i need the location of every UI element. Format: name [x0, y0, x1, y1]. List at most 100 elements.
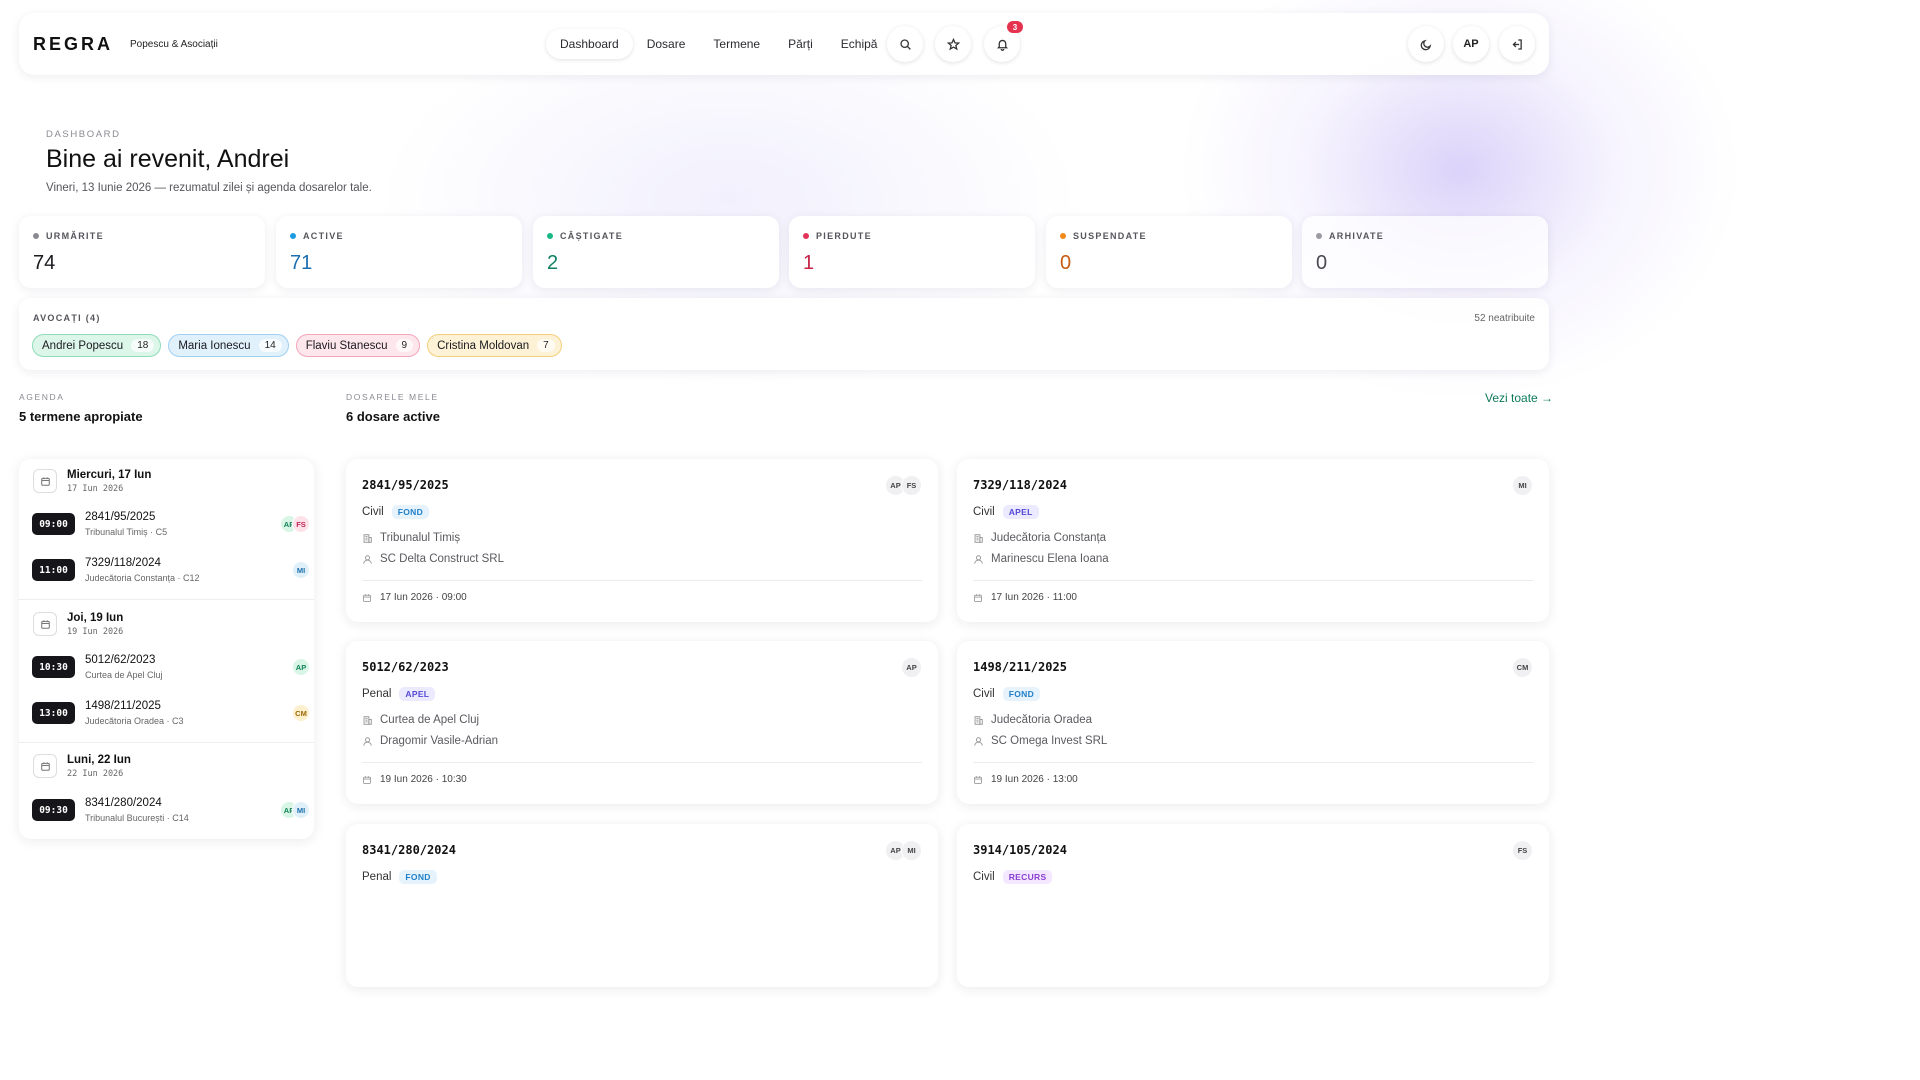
- case-card[interactable]: 8341/280/2024 AP MI Penal FOND: [346, 824, 938, 987]
- case-datetime: 17 Iun 2026 · 09:00: [380, 592, 467, 603]
- case-party: SC Omega Invest SRL: [973, 735, 1107, 747]
- case-type: Civil RECURS: [973, 870, 1053, 884]
- agenda-day-date: 22 Iun 2026: [67, 769, 124, 779]
- case-type-label: Civil: [973, 688, 995, 700]
- case-datetime: 17 Iun 2026 · 11:00: [991, 592, 1077, 603]
- case-party-text: SC Omega Invest SRL: [991, 735, 1108, 747]
- agenda-court: Tribunalul București · C14: [85, 813, 189, 823]
- search-button[interactable]: [887, 26, 923, 62]
- case-card[interactable]: 7329/118/2024 MI Civil APEL Judecătoria Cons…: [957, 459, 1549, 622]
- nav-parti[interactable]: Părți: [774, 29, 827, 59]
- lawyer-case-count: 18: [131, 339, 155, 352]
- calendar-icon: [33, 754, 57, 778]
- case-next-hearing: 17 Iun 2026 · 09:00: [362, 592, 467, 603]
- lawyers-title: AVOCAȚI (4): [33, 313, 101, 323]
- logout-button[interactable]: [1499, 26, 1535, 62]
- case-card[interactable]: 2841/95/2025 AP FS Civil FOND Tribunalul Timi…: [346, 459, 938, 622]
- case-court: Tribunalul Timiș: [362, 532, 460, 544]
- agenda-item[interactable]: 09:00 2841/95/2025 Tribunalul Timiș · C5 AP…: [32, 509, 310, 539]
- lawyer-case-count: 14: [258, 339, 282, 352]
- nav-termene[interactable]: Termene: [699, 29, 774, 59]
- stat-card[interactable]: URMĂRITE 74: [19, 216, 265, 288]
- case-card[interactable]: 5012/62/2023 AP Penal APEL Curtea de Apel Cl…: [346, 641, 938, 804]
- bell-icon: [996, 39, 1008, 51]
- case-type-label: Civil: [362, 506, 384, 518]
- agenda-day-date: 17 Iun 2026: [67, 484, 124, 494]
- building-icon: [973, 533, 991, 544]
- case-next-hearing: 17 Iun 2026 · 11:00: [973, 592, 1077, 603]
- theme-toggle-button[interactable]: [1408, 26, 1444, 62]
- lawyer-chip[interactable]: Maria Ionescu 14: [168, 334, 289, 357]
- status-dot-icon: [1060, 233, 1066, 239]
- stat-card[interactable]: ACTIVE 71: [276, 216, 522, 288]
- lawyer-chip[interactable]: Andrei Popescu 18: [32, 334, 162, 357]
- nav-dosare[interactable]: Dosare: [633, 29, 700, 59]
- agenda-time: 13:00: [32, 702, 75, 724]
- avatar: MI: [901, 840, 922, 861]
- user-avatar[interactable]: AP: [1453, 26, 1489, 62]
- unassigned-count[interactable]: 52 neatribuite: [1474, 313, 1535, 324]
- stat-card[interactable]: SUSPENDATE 0: [1046, 216, 1292, 288]
- view-all-link[interactable]: Vezi toate →: [1485, 391, 1553, 405]
- case-stage-badge: FOND: [391, 505, 430, 519]
- lawyer-chip[interactable]: Cristina Moldovan 7: [427, 334, 562, 357]
- case-number: 3914/105/2024: [973, 843, 1067, 857]
- case-avatars: AP MI: [885, 840, 922, 861]
- case-number: 7329/118/2024: [973, 478, 1067, 492]
- search-icon: [899, 38, 911, 50]
- agenda-title: 5 termene apropiate: [19, 409, 143, 424]
- case-next-hearing: 19 Iun 2026 · 10:30: [362, 774, 467, 785]
- case-party-text: SC Delta Construct SRL: [380, 553, 504, 565]
- building-icon: [973, 715, 991, 726]
- stat-label: SUSPENDATE: [1060, 231, 1147, 241]
- case-type-label: Civil: [973, 506, 995, 518]
- agenda-item[interactable]: 11:00 7329/118/2024 Judecătoria Constanța …: [32, 555, 310, 585]
- case-avatars: FS: [1512, 840, 1533, 861]
- agenda-time: 10:30: [32, 656, 75, 678]
- case-court: Judecătoria Constanța: [973, 532, 1106, 544]
- case-number: 5012/62/2023: [362, 660, 449, 674]
- app-logo[interactable]: REGRA: [33, 34, 113, 55]
- page-subtitle: Vineri, 13 Iunie 2026 — rezumatul zilei …: [46, 182, 372, 194]
- case-card[interactable]: 1498/211/2025 CM Civil FOND Judecătoria Orad…: [957, 641, 1549, 804]
- case-next-hearing: 19 Iun 2026 · 13:00: [973, 774, 1078, 785]
- divider: [19, 742, 314, 743]
- divider: [362, 580, 922, 581]
- notifications-button[interactable]: 3: [984, 21, 1023, 62]
- case-stage-badge: FOND: [1002, 687, 1041, 701]
- stat-label: ARHIVATE: [1316, 231, 1384, 241]
- case-party: SC Delta Construct SRL: [362, 553, 504, 565]
- case-party: Dragomir Vasile-Adrian: [362, 735, 498, 747]
- nav-echipa[interactable]: Echipă: [827, 29, 892, 59]
- case-type: Civil APEL: [973, 505, 1039, 519]
- case-avatars: AP: [901, 657, 922, 678]
- favorites-button[interactable]: [935, 26, 971, 62]
- main-nav: Dashboard Dosare Termene Părți Echipă: [546, 29, 891, 59]
- stat-card[interactable]: PIERDUTE 1: [789, 216, 1035, 288]
- stat-label-text: URMĂRITE: [46, 231, 104, 241]
- agenda-time: 11:00: [32, 559, 75, 581]
- divider: [362, 762, 922, 763]
- stat-card[interactable]: CÂȘTIGATE 2: [533, 216, 779, 288]
- user-icon: [362, 736, 380, 747]
- agenda-court: Tribunalul Timiș · C5: [85, 527, 168, 537]
- case-avatars: CM: [1512, 657, 1533, 678]
- agenda-case-number: 2841/95/2025: [85, 511, 156, 523]
- agenda-item[interactable]: 10:30 5012/62/2023 Curtea de Apel Cluj AP: [32, 652, 310, 682]
- lawyer-chip[interactable]: Flaviu Stanescu 9: [295, 334, 421, 357]
- status-dot-icon: [1316, 233, 1322, 239]
- divider: [973, 762, 1533, 763]
- agenda-item[interactable]: 09:30 8341/280/2024 Tribunalul București ·…: [32, 795, 310, 825]
- stat-value: 1: [803, 252, 815, 274]
- agenda-day-label: Miercuri, 17 Iun: [67, 469, 152, 481]
- user-icon: [973, 736, 991, 747]
- stat-label-text: SUSPENDATE: [1073, 231, 1147, 241]
- stat-card[interactable]: ARHIVATE 0: [1302, 216, 1548, 288]
- nav-dashboard[interactable]: Dashboard: [546, 29, 633, 59]
- lawyer-name: Andrei Popescu: [42, 339, 124, 352]
- case-type: Civil FOND: [973, 687, 1041, 701]
- agenda-item[interactable]: 13:00 1498/211/2025 Judecătoria Oradea · C…: [32, 698, 310, 728]
- stat-label: CÂȘTIGATE: [547, 231, 623, 241]
- case-card[interactable]: 3914/105/2024 FS Civil RECURS: [957, 824, 1549, 987]
- status-dot-icon: [547, 233, 553, 239]
